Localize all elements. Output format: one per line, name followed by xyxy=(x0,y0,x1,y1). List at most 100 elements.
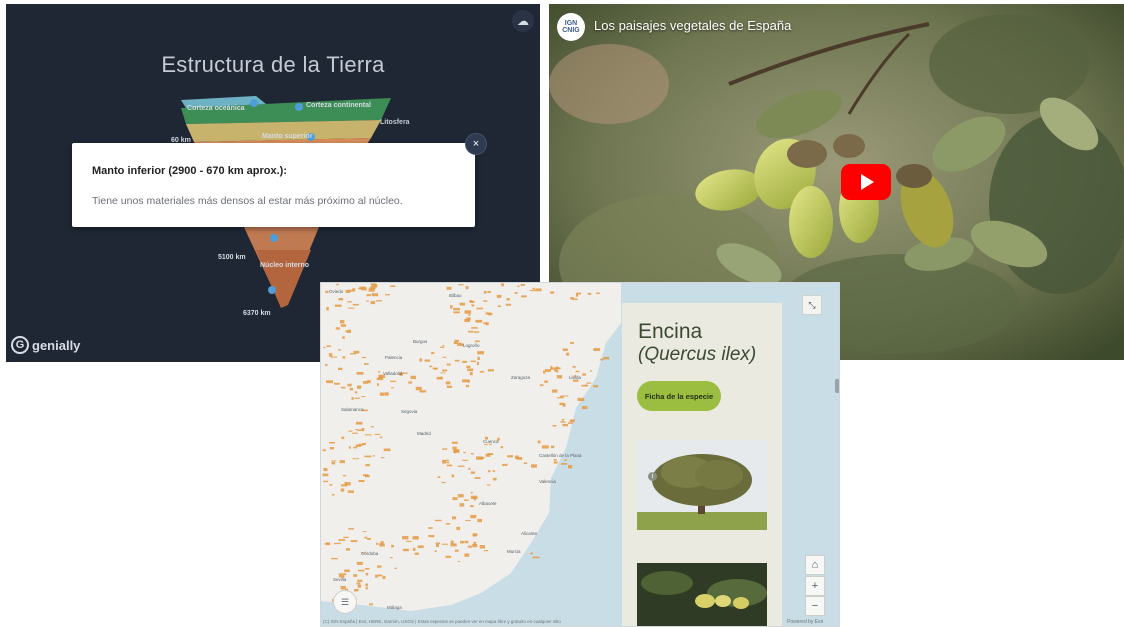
map-place-label: Valladolid xyxy=(383,371,403,376)
distribution-patch xyxy=(340,484,348,487)
genially-logo[interactable]: G genially xyxy=(11,336,80,354)
distribution-patch xyxy=(408,381,413,384)
hotspot-icon[interactable] xyxy=(270,234,278,242)
distribution-patch xyxy=(412,547,416,551)
distribution-patch xyxy=(539,384,544,387)
distribution-patch xyxy=(450,305,453,309)
legend-list-icon[interactable]: ☰ xyxy=(333,590,357,614)
distribution-patch xyxy=(551,445,555,449)
map-place-label: Alicante xyxy=(521,531,538,536)
distribution-patch xyxy=(419,390,427,393)
distribution-patch xyxy=(348,430,353,432)
distribution-patch xyxy=(464,540,469,544)
distribution-patch xyxy=(556,375,563,379)
distribution-patch xyxy=(365,434,372,436)
distribution-patch xyxy=(410,375,416,380)
distribution-patch xyxy=(390,285,396,287)
close-icon[interactable]: × xyxy=(465,133,487,155)
distribution-patch xyxy=(365,583,368,587)
distribution-patch xyxy=(450,543,457,547)
species-distribution-map[interactable]: Oviedo Bilbao Burgos Logroño Palencia Va… xyxy=(320,282,840,627)
distribution-patch xyxy=(352,432,358,434)
distribution-patch xyxy=(356,561,363,565)
distribution-patch xyxy=(326,307,329,311)
zoom-in-button[interactable]: + xyxy=(805,576,825,596)
distribution-patch xyxy=(451,474,455,478)
distribution-patch xyxy=(437,476,441,478)
distribution-patch xyxy=(445,523,450,525)
distribution-patch xyxy=(442,543,448,545)
distribution-patch xyxy=(336,283,339,286)
distribution-patch xyxy=(446,286,452,290)
distribution-patch xyxy=(342,474,347,477)
map-place-label: Salamanca xyxy=(341,407,364,412)
channel-avatar[interactable]: IGN CNIG xyxy=(557,13,585,41)
scrollbar-thumb[interactable] xyxy=(835,379,839,393)
zoom-out-button[interactable]: − xyxy=(805,596,825,616)
distribution-patch xyxy=(586,382,592,384)
distribution-patch xyxy=(345,330,349,333)
distribution-patch xyxy=(389,557,393,559)
youtube-play-icon[interactable] xyxy=(841,164,891,200)
distribution-patch xyxy=(467,330,474,333)
home-icon[interactable]: ⌂ xyxy=(805,555,825,575)
distribution-patch xyxy=(575,293,579,297)
oak-tree-photo[interactable] xyxy=(637,440,767,530)
hotspot-icon[interactable] xyxy=(295,103,303,111)
distribution-patch xyxy=(492,470,495,472)
distribution-patch xyxy=(556,397,564,399)
distribution-patch xyxy=(468,313,471,316)
powered-by[interactable]: Powered by Esri xyxy=(787,619,823,625)
distribution-patch xyxy=(347,383,352,387)
distribution-patch xyxy=(391,387,394,389)
distribution-patch xyxy=(344,569,350,573)
distribution-patch xyxy=(453,449,460,453)
expand-icon[interactable]: ⤡ xyxy=(802,295,822,315)
distribution-patch xyxy=(335,327,340,330)
distribution-patch xyxy=(458,284,464,286)
distribution-patch xyxy=(391,544,394,548)
map-place-label: Castellón de la Plana xyxy=(539,453,582,458)
distribution-patch xyxy=(352,458,360,460)
distribution-patch xyxy=(485,322,489,326)
distribution-patch xyxy=(323,347,326,349)
inner-core-layer xyxy=(256,250,311,308)
distribution-patch xyxy=(521,295,527,298)
hotspot-icon[interactable] xyxy=(268,286,276,294)
map-place-label: Logroño xyxy=(463,343,480,348)
distribution-patch xyxy=(355,429,358,431)
distribution-patch xyxy=(323,480,329,483)
distribution-patch xyxy=(471,304,475,307)
distribution-patch xyxy=(553,459,557,461)
distribution-patch xyxy=(464,553,470,557)
acorn-photo[interactable] xyxy=(637,563,767,626)
distribution-patch xyxy=(357,579,363,582)
video-title[interactable]: Los paisajes vegetales de España xyxy=(594,18,791,33)
info-icon[interactable]: i xyxy=(648,472,657,481)
distribution-patch xyxy=(505,303,511,306)
distribution-patch xyxy=(431,352,435,355)
distribution-patch xyxy=(371,293,379,297)
distribution-patch xyxy=(477,518,482,523)
distribution-patch xyxy=(323,467,328,472)
distribution-patch xyxy=(376,377,384,381)
cloud-settings-icon[interactable]: ☁ xyxy=(512,10,534,32)
distribution-patch xyxy=(382,575,386,580)
distribution-patch xyxy=(361,428,365,431)
distribution-patch xyxy=(354,391,358,394)
distribution-patch xyxy=(462,459,468,461)
distribution-patch xyxy=(325,364,328,366)
distribution-patch xyxy=(454,549,459,552)
hotspot-icon[interactable] xyxy=(250,99,258,107)
distribution-patch xyxy=(453,311,460,314)
distribution-patch xyxy=(414,552,419,555)
distribution-patch xyxy=(372,455,375,457)
distribution-patch xyxy=(349,387,354,391)
distribution-patch xyxy=(346,548,350,551)
map-place-label: Madrid xyxy=(417,431,431,436)
distribution-patch xyxy=(467,545,472,548)
distribution-patch xyxy=(466,365,471,368)
distribution-patch xyxy=(452,497,458,501)
species-sheet-button[interactable]: Ficha de la especie xyxy=(637,381,721,411)
distribution-patch xyxy=(365,568,370,570)
